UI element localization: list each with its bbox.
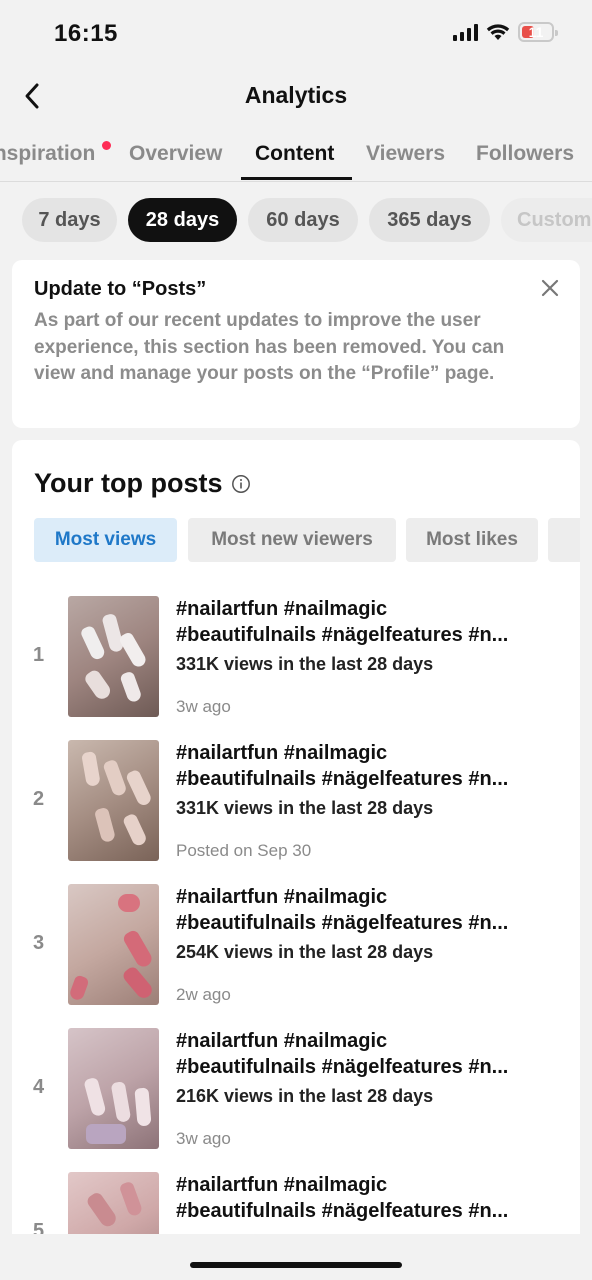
tab-viewers[interactable]: Viewers bbox=[366, 142, 445, 166]
post-row[interactable]: 4 #nailartfun #nailmagic #beautifulnails… bbox=[12, 1028, 580, 1152]
period-28-days[interactable]: 28 days bbox=[128, 198, 237, 242]
post-thumbnail[interactable] bbox=[68, 1028, 159, 1149]
tab-overview[interactable]: Overview bbox=[129, 142, 222, 166]
notification-dot bbox=[102, 141, 111, 150]
active-tab-indicator bbox=[241, 177, 352, 180]
post-caption: #nailartfun #nailmagic #beautifulnails #… bbox=[176, 886, 509, 934]
tab-followers[interactable]: Followers bbox=[476, 142, 574, 166]
sort-most-views[interactable]: Most views bbox=[34, 518, 177, 562]
post-rank: 1 bbox=[33, 644, 45, 666]
sort-options: Most views Most new viewers Most likes bbox=[34, 518, 580, 564]
notice-title: Update to “Posts” bbox=[34, 278, 207, 300]
period-custom[interactable]: Custom bbox=[501, 198, 592, 242]
top-posts-card: Your top posts Most views Most new viewe… bbox=[12, 440, 580, 1240]
tab-inspiration[interactable]: Inspiration bbox=[0, 142, 95, 166]
post-age: 2w ago bbox=[176, 985, 231, 1004]
post-thumbnail[interactable] bbox=[68, 596, 159, 717]
battery-icon: 11 bbox=[518, 22, 558, 42]
post-caption: #nailartfun #nailmagic #beautifulnails #… bbox=[176, 742, 509, 790]
post-rank: 3 bbox=[33, 932, 45, 954]
post-views: 331K views in the last 28 days bbox=[176, 654, 434, 674]
post-row[interactable]: 1 #nailartfun #nailmagic #beautifulnails… bbox=[12, 596, 580, 720]
status-icons: 11 bbox=[453, 22, 558, 42]
post-views: 331K views in the last 28 days bbox=[176, 798, 434, 818]
info-icon[interactable] bbox=[231, 474, 251, 494]
page-title: Analytics bbox=[244, 82, 348, 108]
sort-most-new-viewers[interactable]: Most new viewers bbox=[188, 518, 396, 562]
post-thumbnail[interactable] bbox=[68, 740, 159, 861]
close-icon bbox=[541, 279, 559, 297]
post-views: 216K views in the last 28 days bbox=[176, 1086, 434, 1106]
tab-content[interactable]: Content bbox=[255, 142, 334, 166]
post-rank: 4 bbox=[33, 1076, 45, 1098]
header: Analytics bbox=[0, 70, 592, 122]
top-posts-heading: Your top posts bbox=[34, 468, 251, 499]
update-notice: Update to “Posts” As part of our recent … bbox=[12, 260, 580, 428]
post-caption: #nailartfun #nailmagic #beautifulnails #… bbox=[176, 1030, 509, 1078]
post-row[interactable]: 2 #nailartfun #nailmagic #beautifulnails… bbox=[12, 740, 580, 864]
battery-level: 11 bbox=[528, 24, 544, 40]
post-age: Posted on Sep 30 bbox=[176, 841, 312, 860]
post-views: 254K views in the last 28 days bbox=[176, 942, 434, 962]
top-posts-title: Your top posts bbox=[34, 468, 223, 498]
bottom-safe-area bbox=[0, 1234, 592, 1280]
cellular-signal-icon bbox=[453, 23, 478, 41]
post-rank: 2 bbox=[33, 788, 45, 810]
post-age: 3w ago bbox=[176, 1129, 231, 1148]
post-thumbnail[interactable] bbox=[68, 1172, 159, 1240]
wifi-icon bbox=[486, 24, 510, 40]
status-bar: 16:15 11 bbox=[0, 0, 592, 64]
close-button[interactable] bbox=[538, 276, 562, 300]
tab-bar: Inspiration Overview Content Viewers Fol… bbox=[0, 130, 592, 182]
analytics-screen: 16:15 11 Analytics Inspir bbox=[0, 0, 592, 1280]
post-row[interactable]: 5 #nailartfun #nailmagic #beautifulnails… bbox=[12, 1172, 580, 1240]
sort-most-likes[interactable]: Most likes bbox=[406, 518, 538, 562]
period-7-days[interactable]: 7 days bbox=[22, 198, 117, 242]
sort-more[interactable] bbox=[548, 518, 580, 562]
clock: 16:15 bbox=[54, 20, 118, 47]
home-indicator[interactable] bbox=[190, 1262, 402, 1268]
period-selector: 7 days 28 days 60 days 365 days Custom bbox=[0, 198, 592, 244]
post-row[interactable]: 3 #nailartfun #nailmagic #beautifulnails… bbox=[12, 884, 580, 1008]
post-caption: #nailartfun #nailmagic #beautifulnails #… bbox=[176, 598, 509, 646]
notice-body: As part of our recent updates to improve… bbox=[34, 310, 505, 384]
post-thumbnail[interactable] bbox=[68, 884, 159, 1005]
period-365-days[interactable]: 365 days bbox=[369, 198, 490, 242]
period-60-days[interactable]: 60 days bbox=[248, 198, 358, 242]
post-caption: #nailartfun #nailmagic #beautifulnails #… bbox=[176, 1174, 509, 1222]
post-age: 3w ago bbox=[176, 697, 231, 716]
